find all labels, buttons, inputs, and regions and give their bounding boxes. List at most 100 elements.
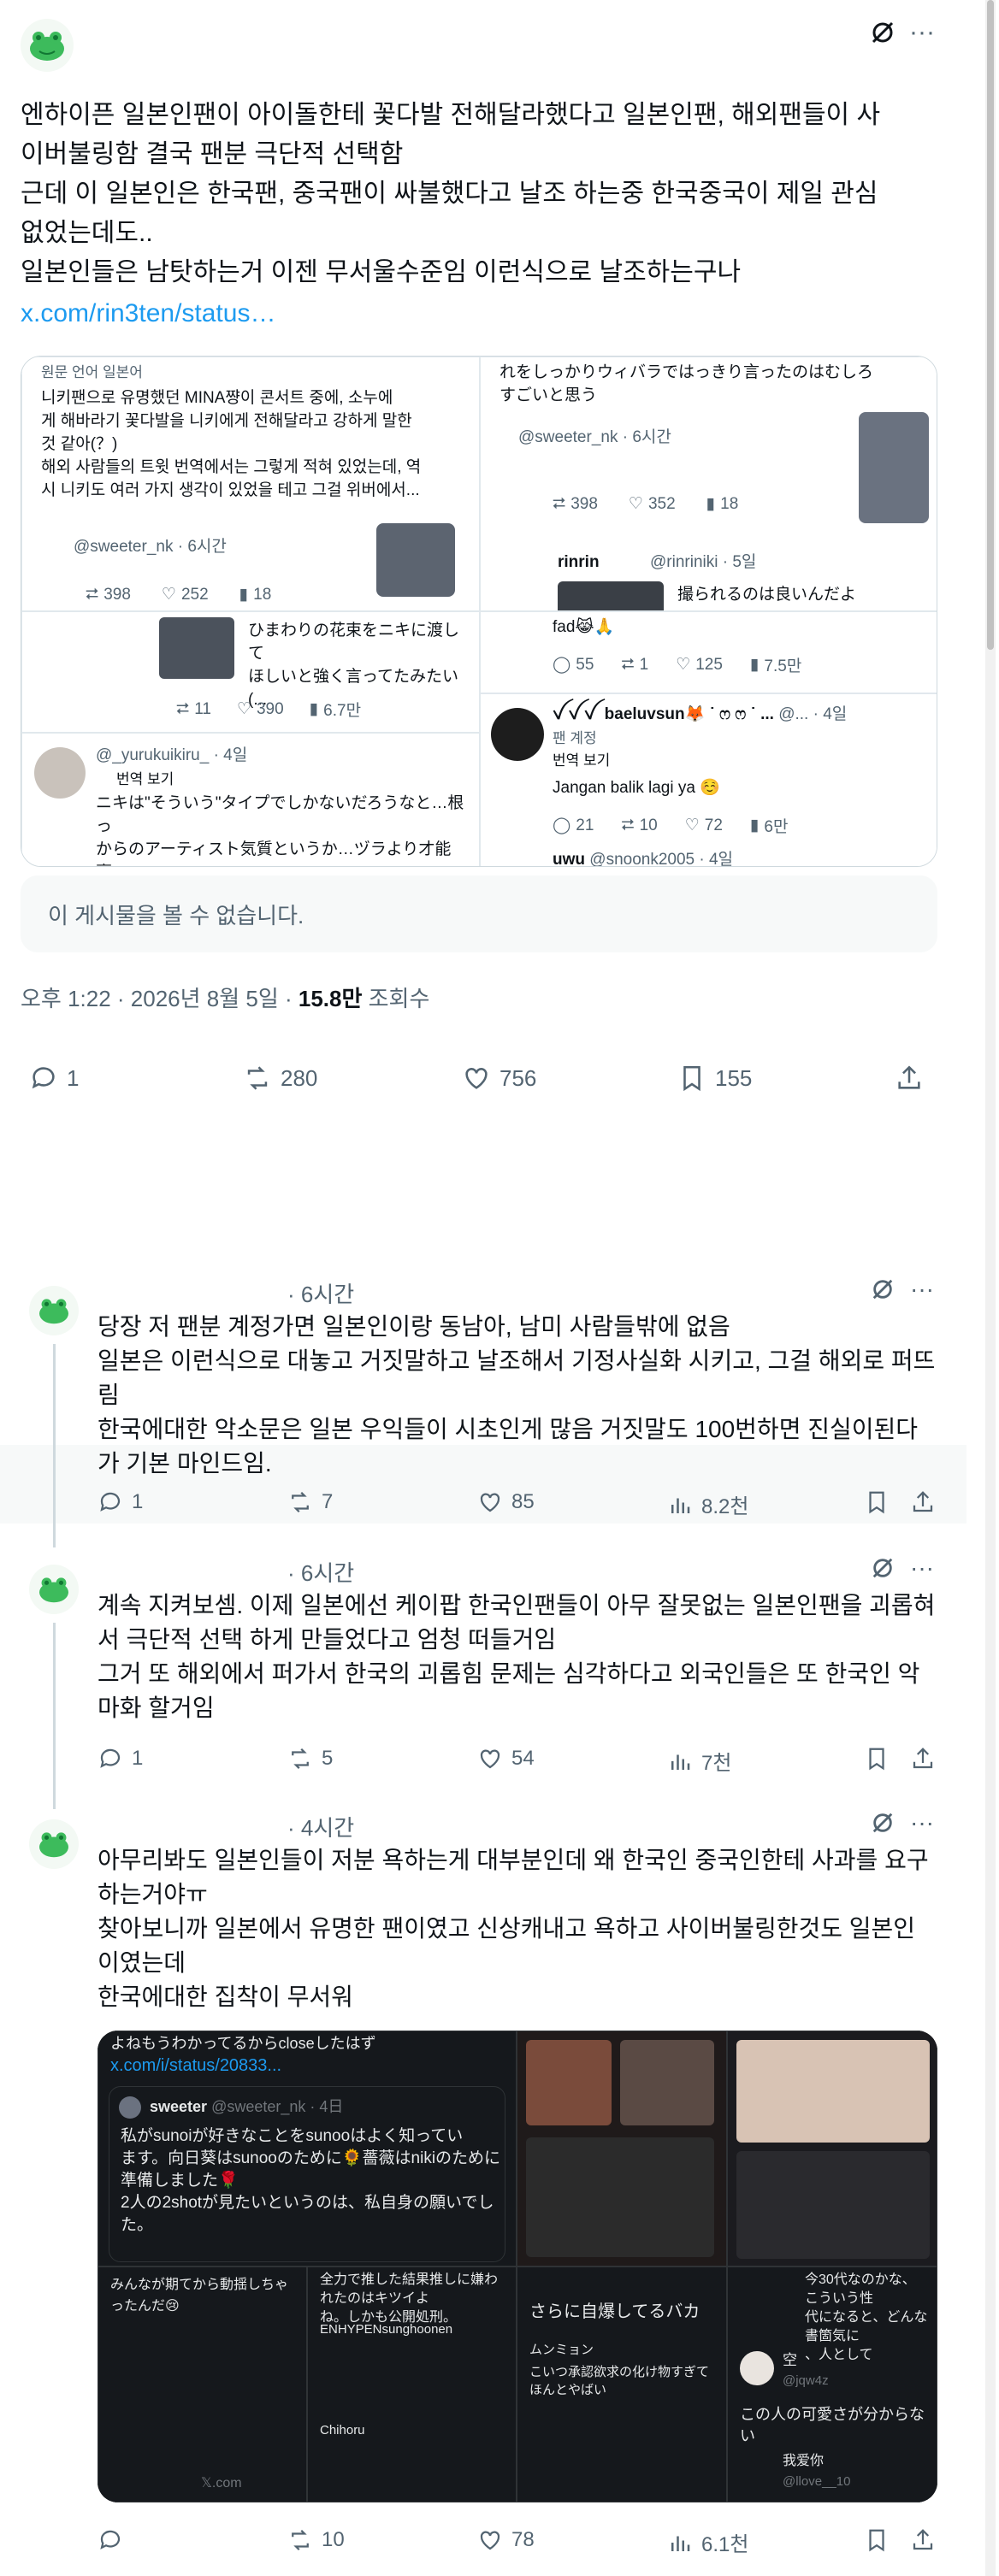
reply-line: 한국에대한 집착이 무서워 [98,1984,353,2010]
reply-line: 계속 지켜보셈. 이제 일본에선 케이팝 한국인팬들이 아무 잘못없는 일본인팬… [98,1592,936,1618]
repost-button[interactable]: 10 [287,2527,345,2553]
tile-user: @_yurukuikiru_ · 4일 [96,746,248,764]
media-tile-middle-right[interactable]: fad😹🙏 ◯ 55 ⮂ 1 ♡ 125 ▮ 7.5만 [480,611,937,693]
bookmark-icon [683,1065,700,1092]
reply-1[interactable]: · 6시간 ··· 당장 저 팬분 계정가면 일본인이랑 동남아, 남미 사람들… [0,1265,966,1547]
heart-icon: ♡ [236,700,251,718]
share-button[interactable] [910,2527,936,2553]
tile-stats: ⮂ 398 ♡ 352 ▮ 18 [553,494,739,514]
tile-text: Jangan balik lagi ya ☺️ [553,779,720,797]
like-button[interactable]: 756 [462,1064,536,1093]
frog-icon [30,32,64,61]
fan-account-badge: 팬 계정 [553,730,597,746]
post-line-4: 없었는데도.. [21,219,153,247]
tile-text: れをしっかりウィバラではっきり言ったのはむしろ すごいと思う [500,363,874,404]
media-cell-4[interactable]: みんなが期てから動揺しちゃったんだ😢 𝕏.com [98,2267,307,2502]
avatar [740,2351,774,2385]
repost-button[interactable]: 5 [287,1746,333,1771]
media-cell-6[interactable]: さらに自爆してるバカ ムンミョン こいつ承認欲求の化け物すぎてほんとやばい [517,2267,727,2502]
grok-icon[interactable] [866,15,900,50]
media-cell-5[interactable]: 全力で推した結果推しに嫌われたのはキツイよ ね。しかも公開処刑。 ENHYPEN… [307,2267,517,2502]
like-button[interactable]: 85 [477,1489,535,1515]
reply-action-bar: 1 7 85 8.2천 [98,1489,944,1527]
repost-icon [292,1491,309,1513]
cell-text: こいつ承認欲求の化け物すぎてほんとやばい [529,2365,710,2397]
share-button[interactable] [895,1064,924,1093]
bookmark-button[interactable] [864,1489,890,1515]
post-link[interactable]: x.com/rin3ten/status… [21,294,953,333]
translate-link[interactable]: 번역 보기 [116,768,465,791]
reply-icon [100,1492,121,1512]
media-cell-3[interactable] [727,2031,937,2267]
photo-thumb [526,2040,612,2125]
bookmark-button[interactable] [864,2527,890,2553]
like-button[interactable]: 54 [477,1746,535,1771]
cell-text: みんなが期てから動揺しちゃったんだ😢 [110,2278,289,2314]
reply-icon [32,1067,55,1089]
cell-xcom: 𝕏.com [201,2476,242,2491]
reply-media-collage[interactable]: よねもうわかってるからcloseしたはず x.com/i/status/2083… [98,2031,937,2502]
repost-icon [247,1066,268,1090]
reply-time: · 6시간 [287,1282,355,1307]
post-line-2: 이버불링함 결국 팬분 극단적 선택함 [21,140,404,168]
media-cell-1[interactable]: よねもうわかってるからcloseしたはず x.com/i/status/2083… [98,2031,517,2267]
frog-icon [39,1299,68,1324]
post-line-1: 엔하이픈 일본인팬이 아이돌한테 꽃다발 전해달라했다고 일본인팬, 해외팬들이… [21,101,881,129]
heart-icon: ♡ [676,656,691,674]
scrollbar-thumb[interactable] [987,0,994,650]
more-icon[interactable]: ··· [905,1551,939,1585]
cell-text: さらに自爆してるバカ [529,2302,700,2321]
views-icon: ▮ [749,656,760,674]
share-button[interactable] [910,1489,936,1515]
more-icon[interactable]: ··· [905,1272,939,1306]
more-icon[interactable]: ··· [905,15,939,50]
frog-icon [39,1577,68,1603]
media-tile-bottom-right[interactable]: ꪜ ꪜ ꪜ baeluvsun🦊 ˙ ෆ ෆ ˙ ... @... · 4일 팬… [480,693,937,867]
grok-icon[interactable] [866,1806,900,1840]
cell-user: ムンミョン [529,2343,594,2357]
media-tile-bottom-left[interactable]: @_yurukuikiru_ · 4일 번역 보기 ニキは"そういう"タイプでし… [21,733,480,866]
avatar[interactable] [21,19,74,72]
repost-icon [292,1748,309,1770]
grok-icon[interactable] [866,1551,900,1585]
bookmark-button[interactable] [864,1746,890,1771]
views-button[interactable]: 7천 [667,1746,731,1776]
tile-photo [376,523,455,597]
reply-button[interactable] [98,2527,132,2553]
more-icon[interactable]: ··· [905,1806,939,1840]
views-icon: ▮ [706,495,716,513]
cell-user: 空 [783,2352,797,2368]
share-button[interactable] [910,1746,936,1771]
repost-button[interactable]: 7 [287,1489,333,1515]
media-tile-middle-left[interactable]: ひまわりの花束をニキに渡して ほしいと強く言ってたみたい(... ⮂ 11 ♡ 39… [21,611,480,733]
views-icon: ▮ [749,816,760,834]
media-tile-top-left[interactable]: 원문 언어 일본어 니키팬으로 유명했던 MINA쨩이 콘서트 중에, 소누에 … [21,357,480,611]
views-button[interactable]: 8.2천 [667,1489,748,1519]
scrollbar[interactable] [985,0,996,2576]
avatar[interactable] [29,1565,79,1614]
tile-text: 니키팬으로 유명했던 MINA쨩이 콘서트 중에, 소누에 게 해바라기 꽃다발… [41,389,422,499]
avatar[interactable] [29,1819,79,1869]
photo-thumb [736,2040,930,2143]
heart-icon: ♡ [684,816,700,834]
reply-line: 마화 할거임 [98,1695,215,1721]
repost-button[interactable]: 280 [243,1064,317,1093]
reply-line: 이였는데 [98,1949,186,1976]
reply-button[interactable]: 1 [98,1746,143,1771]
reply-2[interactable]: · 6시간 ··· 계속 지켜보셈. 이제 일본에선 케이팝 한국인팬들이 아무… [0,1544,966,1809]
tile-user-2: uwu @snoonk2005 · 4일 [553,851,734,867]
like-button[interactable]: 78 [477,2527,535,2553]
media-cell-7[interactable]: 今30代なのかな、こういう性 代になると、どんな書箇気に 、人として 空 @jq… [727,2267,937,2502]
cell-link[interactable]: x.com/i/status/20833... [110,2055,507,2077]
avatar[interactable] [29,1286,79,1335]
bookmark-button[interactable]: 155 [677,1064,752,1093]
tile-stats: ◯ 55 ⮂ 1 ♡ 125 ▮ 7.5만 [553,655,802,676]
views-button[interactable]: 6.1천 [667,2527,748,2557]
grok-icon[interactable] [866,1272,900,1306]
media-cell-2[interactable] [517,2031,727,2267]
translate-link[interactable]: 번역 보기 [553,749,924,772]
reply-button[interactable]: 1 [98,1489,143,1515]
media-grid[interactable]: 원문 언어 일본어 니키팬으로 유명했던 MINA쨩이 콘서트 중에, 소누에 … [21,356,937,867]
media-tile-top-right[interactable]: れをしっかりウィバラではっきり言ったのはむしろ すごいと思う @sweeter_… [480,357,937,611]
reply-button[interactable]: 1 [29,1064,79,1093]
